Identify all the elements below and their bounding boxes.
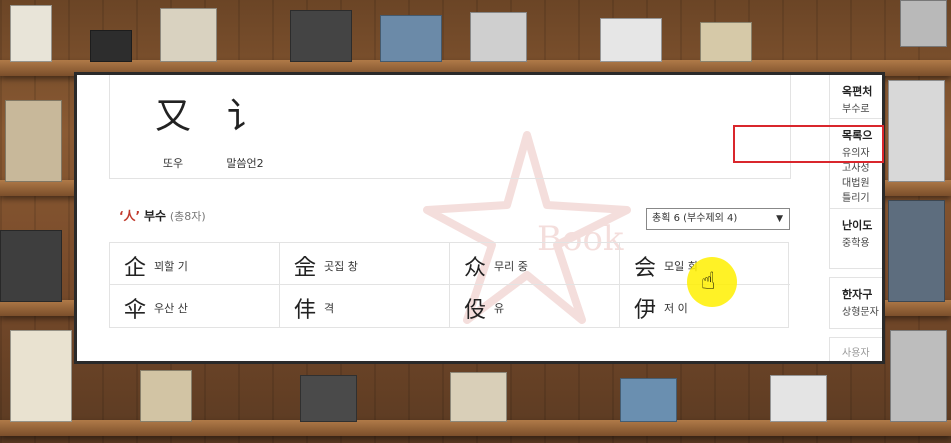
character-glyph: 伇	[464, 298, 487, 323]
sidebar-link[interactable]: 사용자	[842, 346, 882, 361]
stroke-count-value: 총획 6 (부수제외 4)	[652, 213, 738, 224]
book	[888, 80, 945, 182]
character-meaning: 무리 중	[494, 260, 528, 273]
character-glyph: 众	[464, 256, 487, 281]
character-meaning: 유	[494, 302, 505, 315]
book	[380, 15, 442, 62]
character-cell[interactable]: 伞 우산 산	[110, 285, 280, 327]
book	[450, 372, 507, 422]
book	[300, 375, 357, 422]
hand-cursor-icon: ☝	[701, 267, 716, 295]
character-cell[interactable]: 仹 격	[280, 285, 450, 327]
book	[470, 12, 527, 62]
sidebar-link[interactable]: 대법원	[842, 176, 882, 191]
book	[600, 18, 662, 62]
character-meaning: 우산 산	[154, 302, 188, 315]
sidebar-heading: 옥편처	[842, 85, 873, 98]
character-glyph: 会	[634, 256, 657, 281]
book	[5, 100, 62, 182]
sidebar-link[interactable]: 부수로	[842, 102, 882, 117]
sidebar-link[interactable]: 상형문자	[842, 305, 882, 320]
radical-item[interactable]: 讠 말씀언2	[210, 75, 280, 171]
radical-label: 말씀언2	[226, 157, 264, 170]
character-meaning: 격	[324, 302, 335, 315]
character-cell[interactable]: 佱 곳집 창	[280, 243, 450, 285]
sidebar-link[interactable]: 고사성	[842, 161, 882, 176]
chevron-down-icon: ▼	[776, 214, 783, 224]
radical-label: 또우	[162, 157, 184, 170]
radical-title: ‘人’ 부수 (총8자)	[119, 207, 206, 224]
book	[160, 8, 217, 62]
sidebar-card-radical-index[interactable]: 옥편처 부수로	[829, 75, 882, 119]
book	[620, 378, 677, 422]
book	[900, 0, 947, 47]
book	[888, 200, 945, 302]
highlight-box	[733, 125, 884, 163]
shelf-plank	[0, 420, 951, 436]
book	[700, 22, 752, 62]
radical-char: ‘人’	[119, 209, 141, 223]
character-meaning: 저 이	[664, 302, 688, 315]
radical-name: 부수	[143, 209, 167, 223]
sidebar-card-structure: 한자구 상형문자	[829, 277, 882, 329]
radical-item[interactable]: 又 또우	[138, 75, 208, 171]
book	[0, 230, 62, 302]
dictionary-panel: Book 又 또우 讠 말씀언2 ‘人’ 부수 (총8자) 총획 6 (부수제외…	[74, 72, 885, 364]
radical-count: (총8자)	[169, 210, 206, 223]
book	[140, 370, 192, 422]
radical-glyph: 又	[154, 96, 191, 137]
sidebar-heading: 한자구	[842, 288, 873, 301]
book	[290, 10, 352, 62]
book	[890, 330, 947, 422]
character-glyph: 佱	[294, 256, 317, 281]
character-glyph: 仹	[294, 298, 317, 323]
related-radicals-box: 又 또우 讠 말씀언2	[109, 75, 791, 179]
stroke-count-select[interactable]: 총획 6 (부수제외 4) ▼	[646, 208, 790, 230]
character-cell[interactable]: 企 꾀할 기	[110, 243, 280, 285]
character-cell[interactable]: 伇 유	[450, 285, 620, 327]
character-glyph: 伊	[634, 298, 657, 323]
right-sidebar: 옥편처 부수로 목록으 유의자 고사성 대법원 틀리기 난이도 중학용 한자구 …	[829, 75, 882, 361]
sidebar-link[interactable]: 중학용	[842, 236, 882, 251]
sidebar-link[interactable]: 틀리기	[842, 191, 882, 206]
radical-glyph: 讠	[226, 96, 263, 137]
book	[90, 30, 132, 62]
character-glyph: 企	[124, 256, 147, 281]
character-glyph: 伞	[124, 298, 147, 323]
book	[10, 330, 72, 422]
sidebar-heading: 난이도	[842, 219, 873, 232]
book	[770, 375, 827, 422]
book	[10, 5, 52, 62]
character-meaning: 꾀할 기	[154, 260, 188, 273]
sidebar-card-user: 사용자	[829, 337, 882, 361]
character-meaning: 곳집 창	[324, 260, 358, 273]
character-cell[interactable]: 众 무리 중	[450, 243, 620, 285]
sidebar-card-difficulty: 난이도 중학용	[829, 209, 882, 269]
